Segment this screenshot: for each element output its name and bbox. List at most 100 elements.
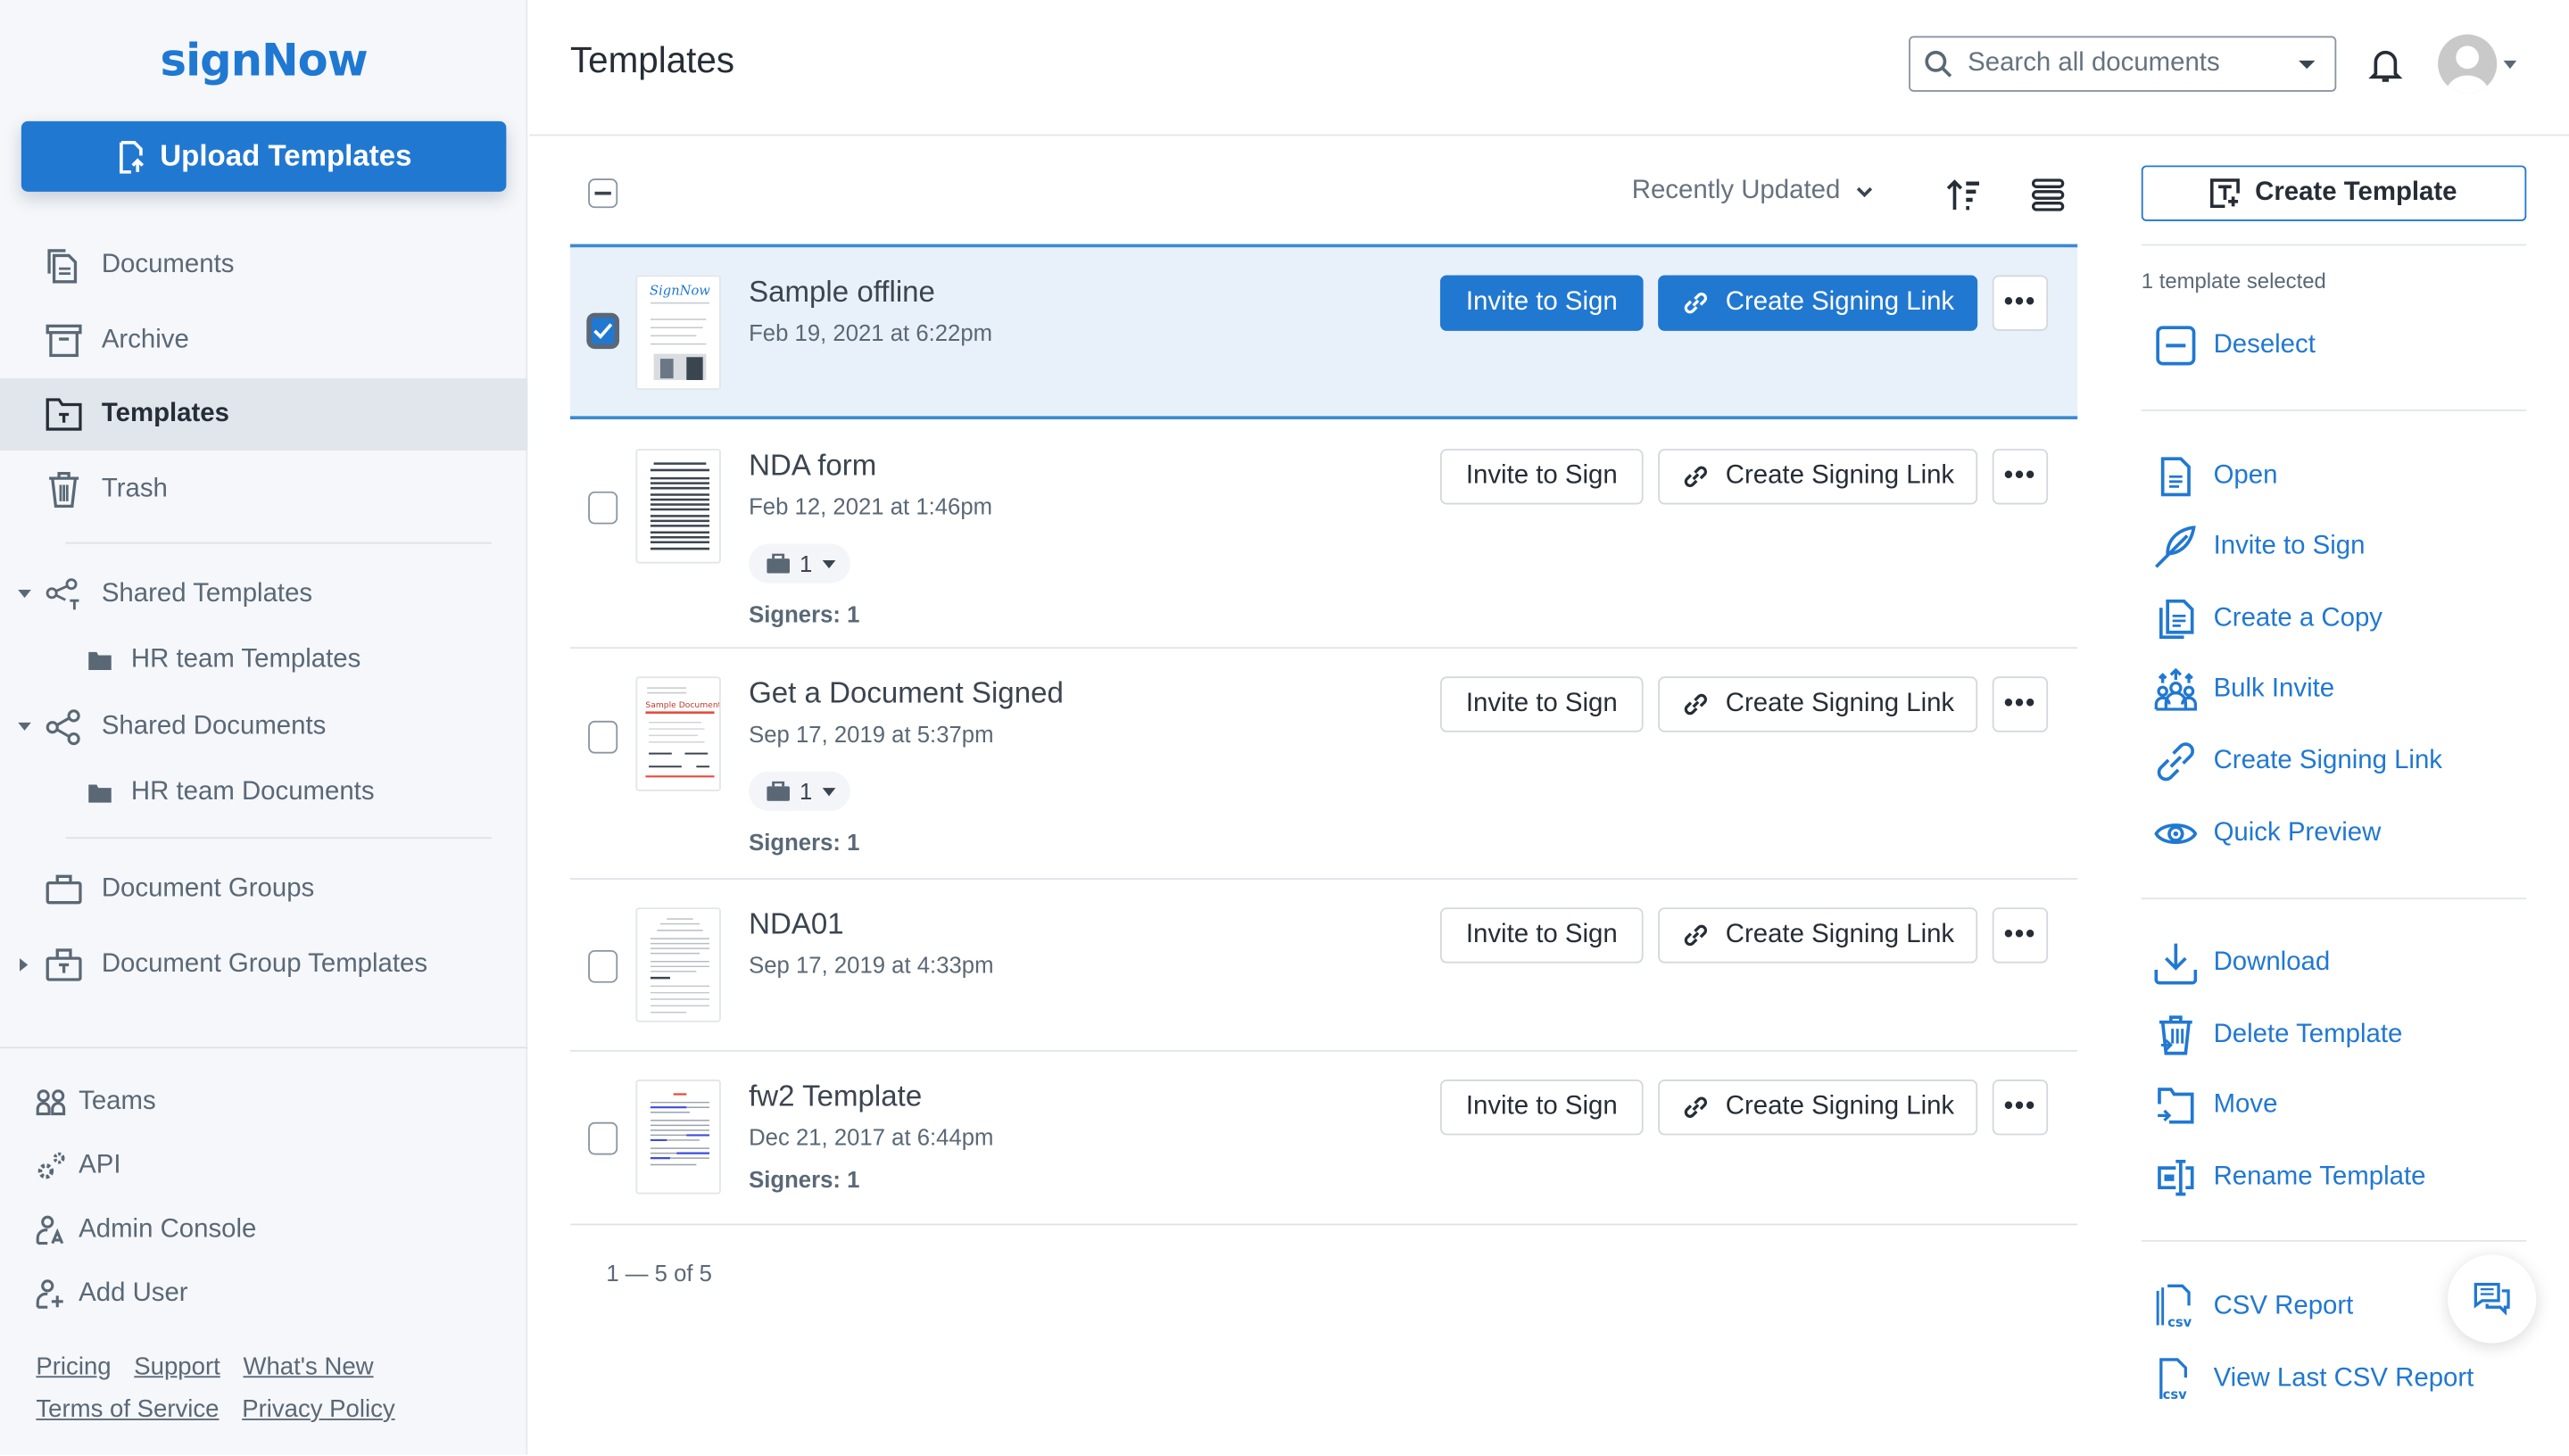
roles-dropdown[interactable]: 1 [749, 543, 850, 583]
action-open[interactable]: Open [2154, 455, 2277, 498]
chat-support-button[interactable] [2448, 1254, 2537, 1344]
template-name[interactable]: NDA form [749, 449, 876, 484]
pricing-link[interactable]: Pricing [36, 1353, 111, 1381]
more-actions-button[interactable]: ••• [1992, 275, 2049, 331]
sidebar-item-hr-team-documents[interactable]: HR team Documents [0, 757, 527, 829]
template-row[interactable]: fw2 Template Dec 21, 2017 at 6:44pm Sign… [569, 1052, 2078, 1226]
sidebar-item-archive[interactable]: Archive [0, 305, 527, 377]
template-thumbnail[interactable] [635, 907, 721, 1022]
sidebar-item-hr-team-templates[interactable]: HR team Templates [0, 625, 527, 697]
sidebar-item-shared-documents[interactable]: Shared Documents [0, 691, 527, 764]
create-signing-link-button[interactable]: Create Signing Link [1658, 1079, 1978, 1136]
open-document-icon [2154, 455, 2197, 498]
bell-icon[interactable] [2367, 47, 2403, 83]
sidebar-item-document-groups[interactable]: Document Groups [0, 854, 527, 926]
caret-down-icon [822, 787, 836, 796]
admin-user-icon [36, 1215, 65, 1245]
action-label: Rename Template [2213, 1162, 2426, 1191]
template-row[interactable]: NDA01 Sep 17, 2019 at 4:33pm Invite to S… [569, 880, 2078, 1052]
row-checkbox[interactable] [588, 720, 618, 754]
sidebar-item-teams[interactable]: Teams [36, 1081, 156, 1124]
more-actions-button[interactable]: ••• [1992, 676, 2049, 732]
whats-new-link[interactable]: What's New [243, 1353, 373, 1381]
more-actions-button[interactable]: ••• [1992, 1079, 2049, 1136]
action-create-signing-link[interactable]: Create Signing Link [2154, 740, 2442, 783]
signnow-logo[interactable]: signNow [0, 36, 527, 87]
sidebar-item-trash[interactable]: Trash [0, 454, 527, 526]
svg-text:csv: csv [2163, 1387, 2187, 1402]
panel-divider [2141, 244, 2527, 246]
sort-select[interactable]: Recently Updated [1632, 177, 1873, 206]
template-name[interactable]: fw2 Template [749, 1080, 922, 1114]
create-signing-link-button[interactable]: Create Signing Link [1658, 449, 1978, 505]
briefcase-template-icon [46, 947, 82, 982]
caret-right-icon[interactable] [18, 958, 31, 972]
more-icon: ••• [2003, 288, 2037, 317]
action-csv-report[interactable]: csv CSV Report [2154, 1284, 2353, 1330]
link-icon [1685, 466, 1708, 488]
list-view-icon[interactable] [2031, 178, 2065, 211]
template-thumbnail[interactable]: Sample Document [635, 676, 721, 791]
caret-down-icon[interactable] [18, 588, 31, 601]
row-checkbox[interactable] [588, 314, 618, 348]
sidebar: signNow Upload Templates Documents Archi… [0, 0, 528, 1455]
create-template-button[interactable]: Create Template [2141, 165, 2527, 221]
more-actions-button[interactable]: ••• [1992, 907, 2049, 964]
sidebar-item-document-group-templates[interactable]: Document Group Templates [0, 929, 527, 1001]
roles-dropdown[interactable]: 1 [749, 771, 850, 811]
sidebar-item-documents[interactable]: Documents [0, 229, 527, 302]
folder-icon [88, 774, 112, 810]
search-dropdown-icon[interactable] [2299, 60, 2316, 70]
deselect-icon [2154, 325, 2197, 368]
sidebar-item-add-user[interactable]: Add User [36, 1273, 188, 1316]
create-signing-link-button[interactable]: Create Signing Link [1658, 275, 1978, 331]
support-link[interactable]: Support [134, 1353, 220, 1381]
account-dropdown-icon[interactable] [2503, 60, 2517, 70]
action-invite-to-sign[interactable]: Invite to Sign [2154, 525, 2365, 568]
row-checkbox[interactable] [588, 1121, 618, 1155]
action-view-last-csv-report[interactable]: csv View Last CSV Report [2154, 1358, 2474, 1402]
deselect-button[interactable]: Deselect [2154, 325, 2316, 368]
archive-icon [46, 323, 82, 359]
terms-of-service-link[interactable]: Terms of Service [36, 1395, 219, 1423]
action-move[interactable]: Move [2154, 1084, 2277, 1127]
invite-to-sign-button[interactable]: Invite to Sign [1439, 275, 1644, 331]
invite-to-sign-button[interactable]: Invite to Sign [1439, 676, 1644, 732]
action-bulk-invite[interactable]: Bulk Invite [2154, 668, 2334, 711]
template-row[interactable]: SignNow Sample offline Feb 19, 2021 at 6… [569, 244, 2078, 420]
create-signing-link-button[interactable]: Create Signing Link [1658, 676, 1978, 732]
template-thumbnail[interactable] [635, 449, 721, 564]
row-checkbox[interactable] [588, 949, 618, 983]
sidebar-item-admin-console[interactable]: Admin Console [36, 1209, 256, 1252]
more-actions-button[interactable]: ••• [1992, 449, 2049, 505]
upload-templates-button[interactable]: Upload Templates [21, 120, 507, 192]
template-row[interactable]: NDA form Feb 12, 2021 at 1:46pm 1 Signer… [569, 419, 2078, 649]
template-thumbnail[interactable]: SignNow [635, 275, 721, 390]
folder-icon [88, 642, 112, 678]
create-signing-link-button[interactable]: Create Signing Link [1658, 907, 1978, 964]
template-name[interactable]: NDA01 [749, 907, 844, 942]
select-all-checkbox[interactable] [588, 178, 618, 209]
sort-direction-icon[interactable] [1946, 177, 1982, 212]
sidebar-item-shared-templates[interactable]: Shared Templates [0, 558, 527, 631]
invite-to-sign-button[interactable]: Invite to Sign [1439, 449, 1644, 505]
action-create-a-copy[interactable]: Create a Copy [2154, 598, 2383, 641]
template-name[interactable]: Get a Document Signed [749, 676, 1064, 711]
action-quick-preview[interactable]: Quick Preview [2154, 813, 2381, 856]
action-delete-template[interactable]: Delete Template [2154, 1014, 2402, 1057]
privacy-policy-link[interactable]: Privacy Policy [242, 1395, 394, 1423]
search-input[interactable]: Search all documents [1909, 36, 2337, 92]
more-icon: ••• [2003, 920, 2037, 949]
invite-to-sign-button[interactable]: Invite to Sign [1439, 907, 1644, 964]
avatar[interactable] [2438, 34, 2498, 94]
caret-down-icon[interactable] [18, 721, 31, 734]
invite-to-sign-button[interactable]: Invite to Sign [1439, 1079, 1644, 1136]
action-download[interactable]: Download [2154, 942, 2330, 985]
row-checkbox[interactable] [588, 491, 618, 525]
template-name[interactable]: Sample offline [749, 275, 935, 310]
template-row[interactable]: Sample Document Get a Document Signed Se… [569, 649, 2078, 880]
sidebar-item-templates[interactable]: Templates [0, 378, 528, 451]
sidebar-item-api[interactable]: API [36, 1145, 120, 1187]
template-thumbnail[interactable] [635, 1079, 721, 1195]
action-rename-template[interactable]: Rename Template [2154, 1156, 2425, 1199]
